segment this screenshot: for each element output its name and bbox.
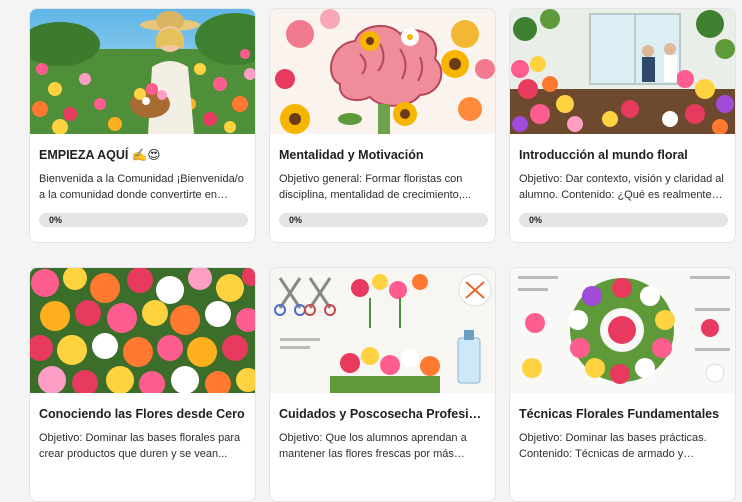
course-title[interactable]: Cuidados y Poscosecha Profesional (279, 406, 486, 422)
course-thumbnail[interactable] (270, 268, 495, 393)
course-progress-bar: 0% (279, 213, 488, 227)
course-card-conociendo-flores[interactable]: Conociendo las Flores desde Cero Objetiv… (29, 267, 256, 502)
course-grid: EMPIEZA AQUÍ ✍️😍 Bienvenida a la Comunid… (29, 8, 736, 502)
course-title[interactable]: Técnicas Florales Fundamentales (519, 406, 726, 422)
course-card-empieza-aqui[interactable]: EMPIEZA AQUÍ ✍️😍 Bienvenida a la Comunid… (29, 8, 256, 243)
course-description: Objetivo: Que los alumnos aprendan a man… (279, 432, 467, 460)
course-card-introduccion-mundo-floral[interactable]: Introducción al mundo floral Objetivo: D… (509, 8, 736, 243)
progress-label: 0% (289, 215, 303, 225)
course-thumbnail[interactable] (510, 9, 735, 134)
course-title[interactable]: Mentalidad y Motivación (279, 147, 486, 163)
course-progress-bar: 0% (519, 213, 728, 227)
course-title[interactable]: Introducción al mundo floral (519, 147, 726, 163)
course-description: Objetivo: Dominar las bases florales par… (39, 432, 241, 460)
course-card-mentalidad-motivacion[interactable]: Mentalidad y Motivación Objetivo general… (269, 8, 496, 243)
course-description: Objetivo: Dar contexto, visión y clarida… (519, 173, 724, 201)
course-description: Objetivo general: Formar floristas con d… (279, 173, 471, 201)
course-thumbnail[interactable] (510, 268, 735, 393)
course-thumbnail[interactable] (30, 9, 255, 134)
course-description: Objetivo: Dominar las bases prácticas. C… (519, 432, 707, 460)
progress-label: 0% (49, 215, 63, 225)
course-description: Bienvenida a la Comunidad ¡Bienvenida/o … (39, 173, 244, 201)
course-progress-bar: 0% (39, 213, 248, 227)
course-title[interactable]: EMPIEZA AQUÍ ✍️😍 (39, 147, 246, 163)
course-thumbnail[interactable] (30, 268, 255, 393)
course-thumbnail[interactable] (270, 9, 495, 134)
course-card-tecnicas-florales[interactable]: Técnicas Florales Fundamentales Objetivo… (509, 267, 736, 502)
course-title[interactable]: Conociendo las Flores desde Cero (39, 406, 246, 422)
progress-label: 0% (529, 215, 543, 225)
course-card-cuidados-poscosecha[interactable]: Cuidados y Poscosecha Profesional Objeti… (269, 267, 496, 502)
